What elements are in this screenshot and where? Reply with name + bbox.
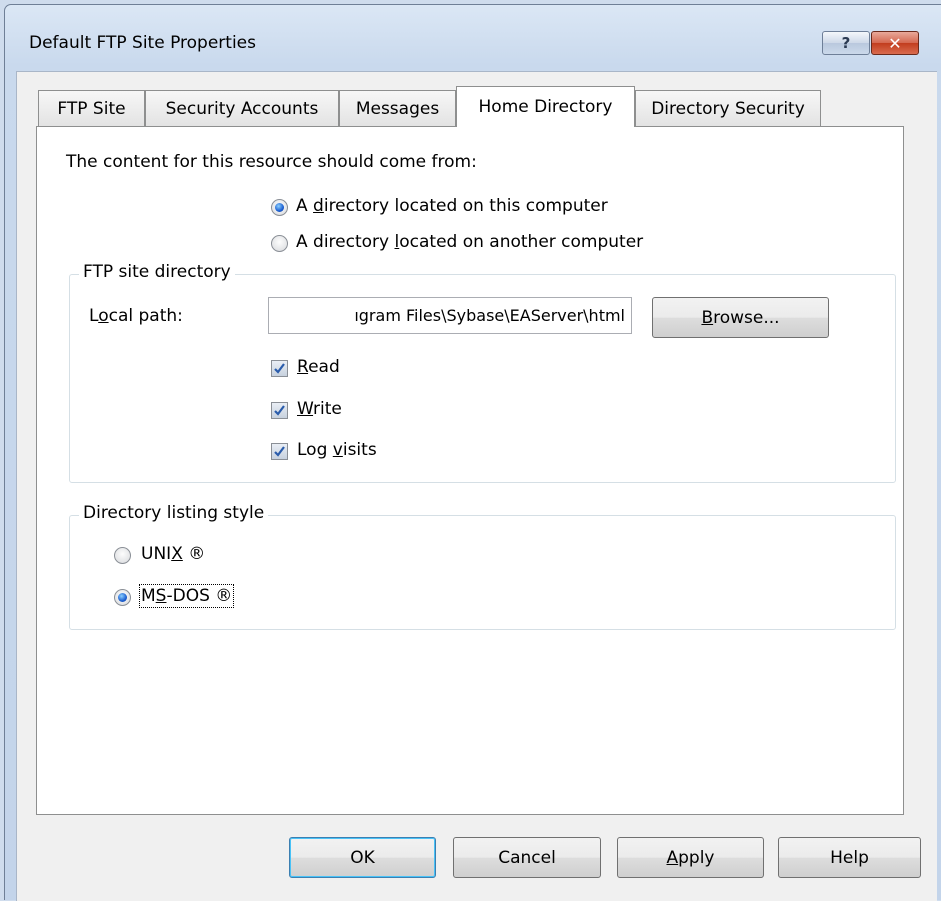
help-button-label: Help bbox=[830, 847, 869, 868]
radio-unix[interactable] bbox=[114, 547, 131, 564]
radio-msdos[interactable] bbox=[114, 589, 131, 606]
browse-button-label: Browse... bbox=[701, 307, 780, 328]
radio-msdos-label[interactable]: MS-DOS ® bbox=[138, 584, 235, 608]
ok-button-label: OK bbox=[350, 847, 375, 868]
cancel-button[interactable]: Cancel bbox=[453, 837, 601, 878]
log-visits-label[interactable]: Log visits bbox=[297, 440, 377, 460]
read-checkbox[interactable] bbox=[271, 360, 288, 377]
radio-this-computer[interactable] bbox=[271, 199, 288, 216]
radio-this-computer-label[interactable]: A directory located on this computer bbox=[296, 196, 608, 216]
check-icon bbox=[274, 446, 285, 457]
cancel-button-label: Cancel bbox=[498, 847, 556, 868]
check-icon bbox=[274, 405, 285, 416]
write-checkbox[interactable] bbox=[271, 402, 288, 419]
listing-style-group bbox=[69, 515, 896, 630]
check-icon bbox=[274, 363, 285, 374]
local-path-value: ıgram Files\Sybase\EAServer\html bbox=[354, 306, 625, 325]
local-path-label: Local path: bbox=[89, 306, 183, 326]
write-label[interactable]: Write bbox=[297, 399, 342, 419]
radio-another-computer[interactable] bbox=[271, 235, 288, 252]
ftp-site-directory-legend: FTP site directory bbox=[79, 262, 235, 282]
listing-style-legend: Directory listing style bbox=[79, 503, 269, 523]
radio-unix-label[interactable]: UNIX ® bbox=[141, 544, 205, 564]
content-source-prompt: The content for this resource should com… bbox=[66, 152, 477, 172]
apply-button-label: Apply bbox=[666, 847, 715, 868]
local-path-input[interactable]: ıgram Files\Sybase\EAServer\html bbox=[268, 297, 632, 334]
log-visits-checkbox[interactable] bbox=[271, 443, 288, 460]
read-label[interactable]: Read bbox=[297, 357, 340, 377]
ok-button[interactable]: OK bbox=[289, 837, 436, 878]
radio-another-computer-label[interactable]: A directory located on another computer bbox=[296, 232, 643, 252]
browse-button[interactable]: Browse... bbox=[652, 297, 829, 338]
apply-button[interactable]: Apply bbox=[617, 837, 764, 878]
help-button[interactable]: Help bbox=[778, 837, 921, 878]
